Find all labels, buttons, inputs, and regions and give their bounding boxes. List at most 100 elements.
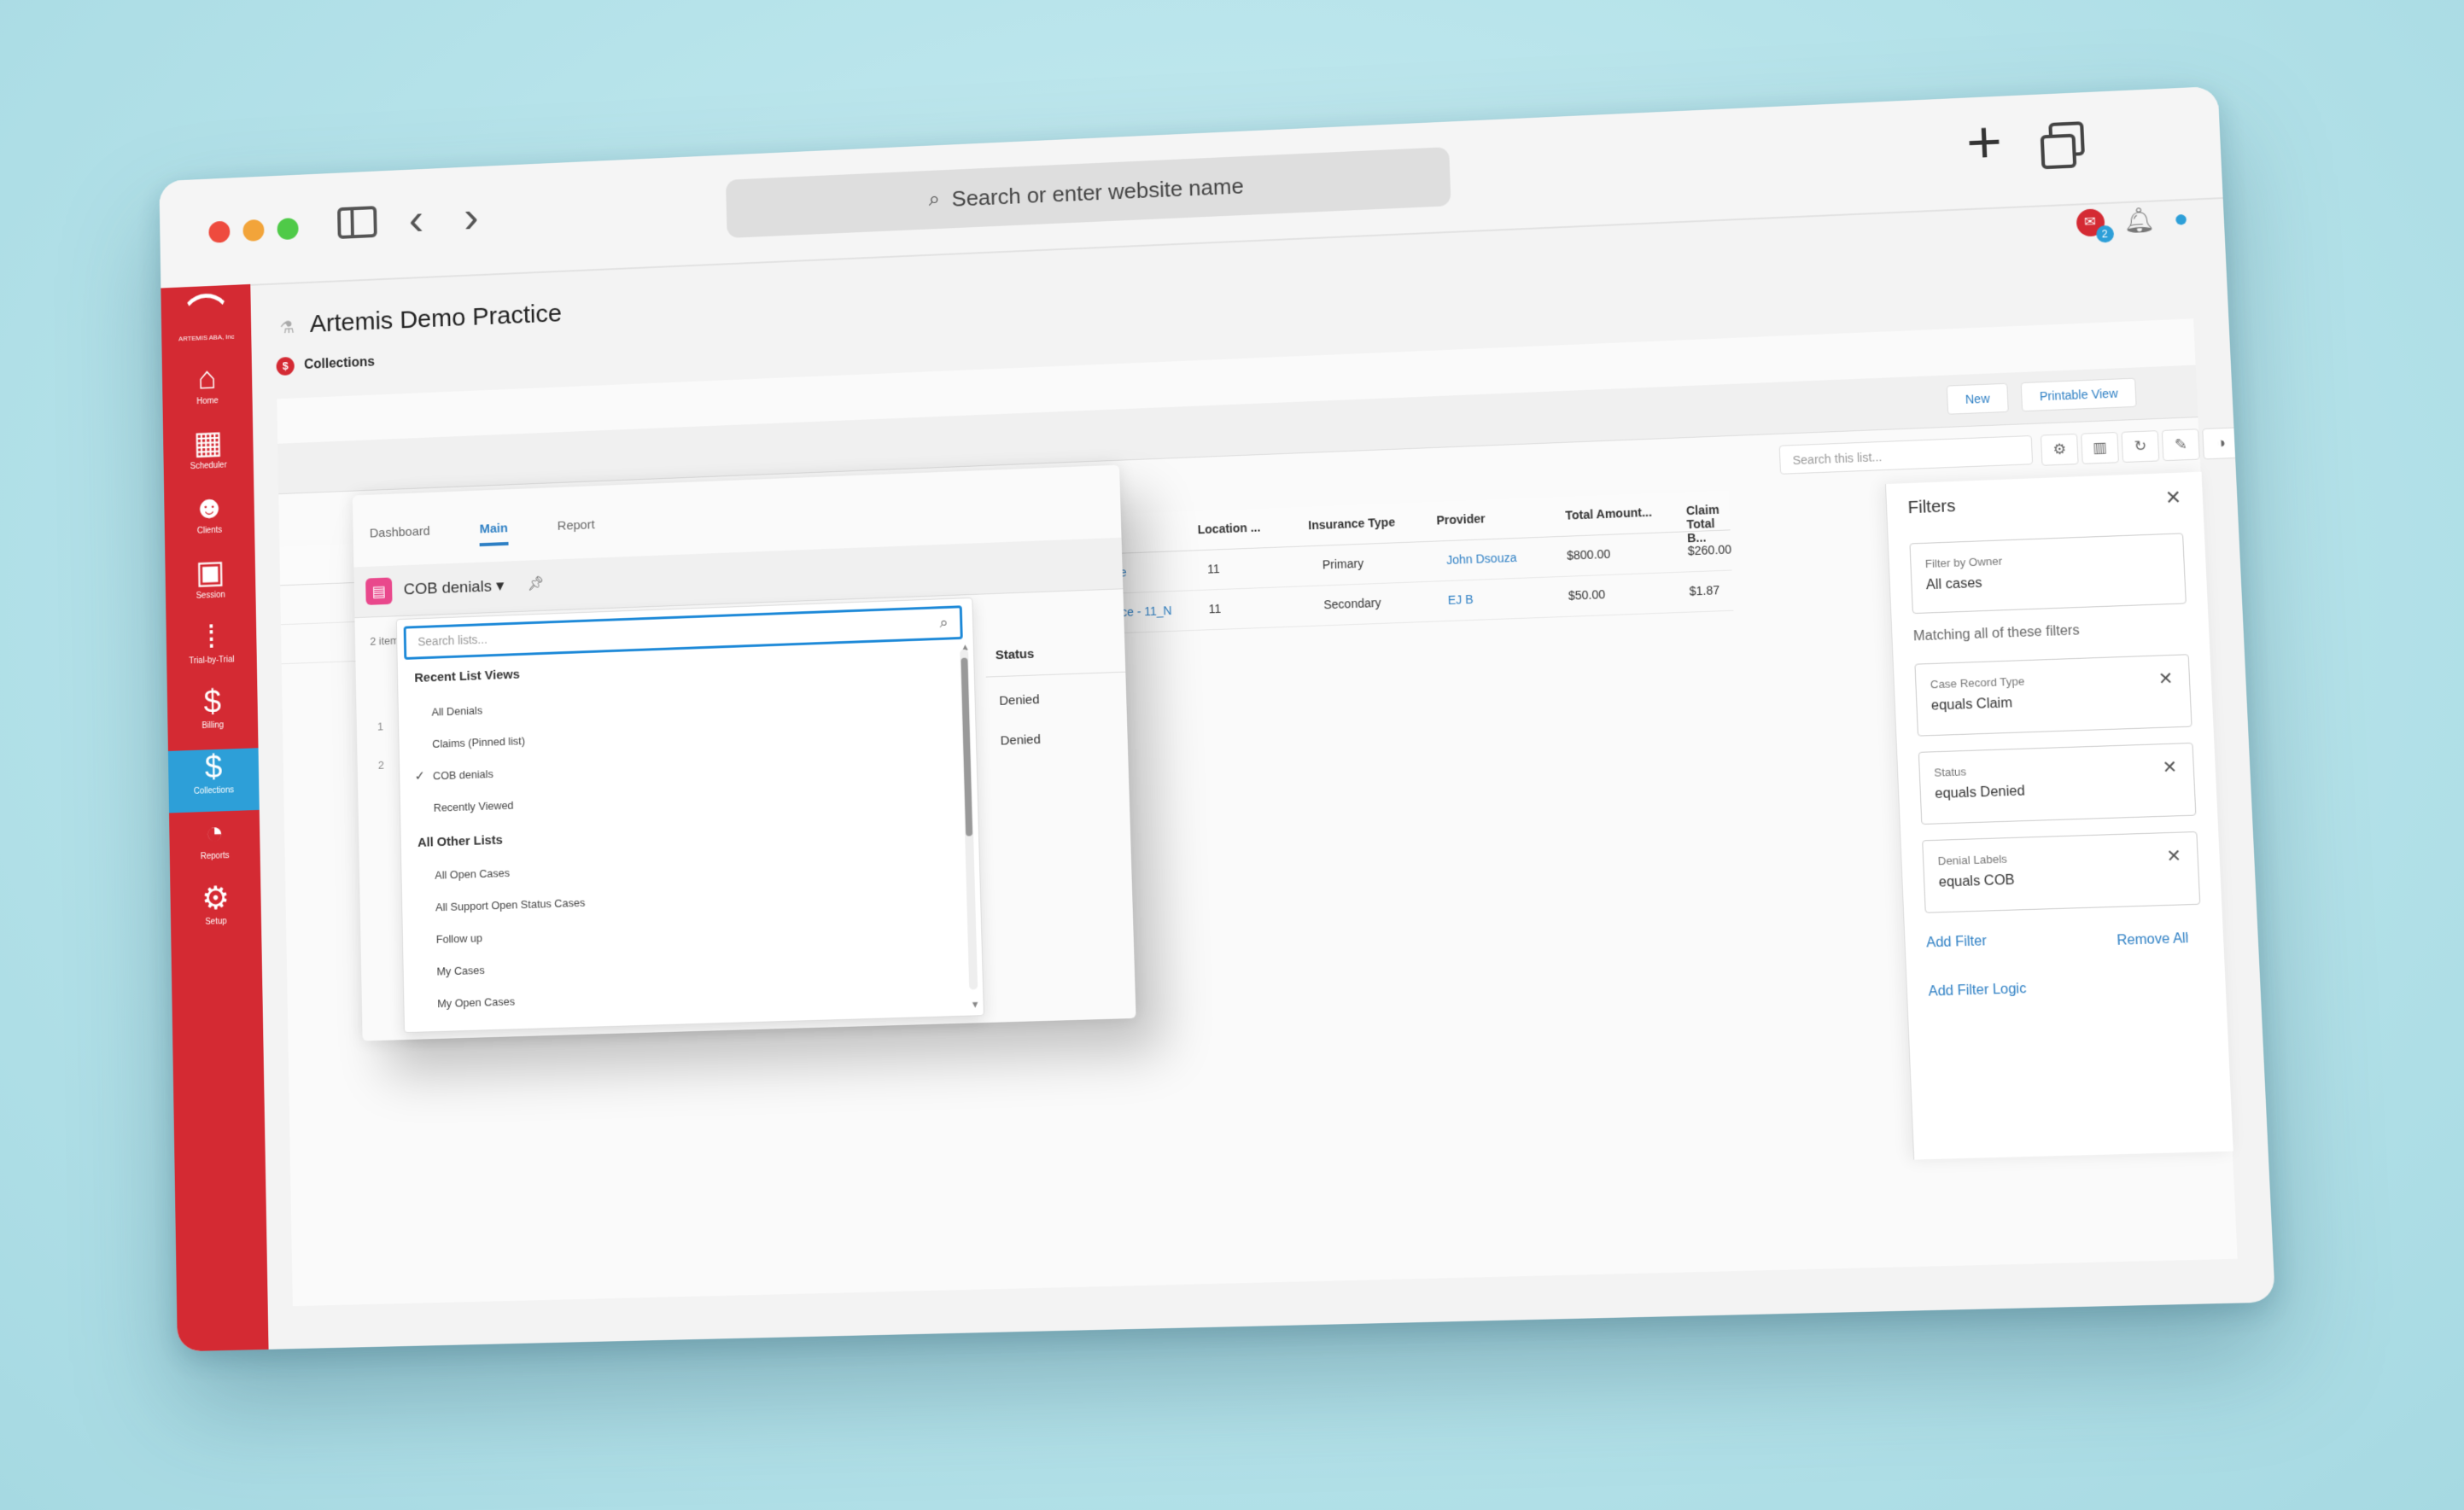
- chevron-down-icon: ▾: [495, 577, 505, 596]
- search-icon: ⌕: [939, 613, 949, 631]
- back-arrow-icon[interactable]: ‹: [408, 195, 423, 245]
- column-header[interactable]: Total Amount...: [1565, 505, 1652, 522]
- dropdown-scrollbar[interactable]: [960, 649, 978, 990]
- search-lists-placeholder: Search lists...: [417, 632, 488, 649]
- pin-icon[interactable]: 📌︎: [528, 575, 545, 592]
- maximize-window-button[interactable]: [277, 217, 299, 241]
- list-item[interactable]: My Open Cases: [437, 995, 515, 1011]
- add-filter-logic-link[interactable]: Add Filter Logic: [1928, 982, 2026, 1000]
- list-settings-gear-icon[interactable]: ⚙: [2040, 433, 2079, 466]
- sidebar-item-setup[interactable]: ⚙ Setup: [170, 879, 261, 944]
- close-window-button[interactable]: [208, 220, 231, 243]
- plus-icon[interactable]: +: [1965, 108, 2003, 177]
- remove-filter-icon[interactable]: ✕: [2162, 756, 2178, 778]
- list-view-selector[interactable]: COB denials ▾: [404, 576, 505, 599]
- sidebar-item-scheduler[interactable]: ▦ Scheduler: [163, 423, 254, 488]
- tabs-overview-icon[interactable]: [2048, 121, 2085, 157]
- sidebar-item-collections[interactable]: $ Collections: [167, 748, 260, 813]
- list-header-bar: New Printable View: [277, 364, 2198, 495]
- column-header[interactable]: Insurance Type: [1308, 515, 1395, 532]
- claim-total-cell: $260.00: [1687, 542, 1732, 558]
- row-number: 1: [377, 720, 384, 733]
- recent-list-views-header: Recent List Views: [414, 667, 520, 685]
- refresh-icon[interactable]: ↻: [2121, 430, 2160, 463]
- sidebar-item-label: Setup: [205, 917, 227, 927]
- insurance-type-cell: Secondary: [1323, 595, 1381, 612]
- filter-value: equals COB: [1938, 872, 2016, 890]
- gear-icon: ⚙: [201, 880, 231, 918]
- list-item[interactable]: All Support Open Status Cases: [435, 896, 586, 913]
- search-list-input[interactable]: Search this list...: [1778, 434, 2034, 475]
- forward-arrow-icon[interactable]: ›: [464, 192, 479, 242]
- owner-value: All cases: [1925, 575, 1982, 593]
- app-logo[interactable]: ⌒ ARTEMIS ABA, Inc: [178, 291, 236, 345]
- list-view-overlay: Dashboard Main Report ▤ COB denials ▾ 📌︎…: [352, 464, 1136, 1041]
- list-case-icon: ▤: [365, 577, 393, 605]
- column-header[interactable]: Provider: [1436, 511, 1486, 527]
- printable-view-button[interactable]: Printable View: [2020, 377, 2137, 412]
- new-button[interactable]: New: [1946, 382, 2009, 415]
- address-bar-placeholder: Search or enter website name: [951, 172, 1245, 212]
- sidebar-item-session[interactable]: ▣ Session: [165, 552, 256, 617]
- sidebar-item-billing[interactable]: $ Billing: [167, 683, 259, 748]
- minimize-window-button[interactable]: [242, 219, 265, 242]
- sidebar-item-label: Reports: [200, 851, 230, 862]
- chat-icon[interactable]: ✉ 2: [2075, 207, 2114, 243]
- list-item[interactable]: Follow up: [436, 931, 482, 946]
- filter-card-status[interactable]: Status equals Denied ✕: [1918, 742, 2197, 825]
- logo-arch-icon: ⌒: [186, 291, 225, 336]
- add-filter-link[interactable]: Add Filter: [1926, 934, 1987, 951]
- filter-icon[interactable]: ▼: [2242, 425, 2276, 458]
- list-item[interactable]: My Cases: [436, 964, 485, 978]
- sidebar-item-trial-by-trial[interactable]: ⁞ Trial-by-Trial: [166, 618, 258, 683]
- filter-card-record-type[interactable]: Case Record Type equals Claim ✕: [1914, 654, 2192, 737]
- list-item-selected[interactable]: COB denials: [433, 767, 493, 782]
- scroll-down-icon[interactable]: ▼: [971, 1000, 980, 1010]
- tab-dashboard[interactable]: Dashboard: [370, 517, 430, 551]
- remove-filter-icon[interactable]: ✕: [2166, 845, 2182, 867]
- status-cell: Denied: [999, 692, 1040, 708]
- remove-all-link[interactable]: Remove All: [2117, 931, 2189, 949]
- filter-label: Denial Labels: [1937, 852, 2008, 868]
- provider-link[interactable]: John Dsouza: [1446, 551, 1517, 567]
- sidebar-item-clients[interactable]: ☻ Clients: [164, 487, 254, 552]
- edit-pencil-icon[interactable]: ✎: [2161, 429, 2200, 462]
- list-views-dropdown: Search lists... ⌕ Recent List Views All …: [395, 597, 984, 1034]
- practice-name: Artemis Demo Practice: [309, 299, 563, 338]
- bell-icon[interactable]: 🔔︎: [2122, 206, 2155, 236]
- list-item[interactable]: Claims (Pinned list): [432, 734, 525, 750]
- sidebar-item-home[interactable]: ⌂ Home: [162, 359, 253, 423]
- row-number: 2: [377, 758, 384, 772]
- location-cell: 11: [1206, 562, 1220, 576]
- filter-by-owner[interactable]: Filter by Owner All cases: [1909, 533, 2187, 615]
- chart-icon[interactable]: ◑: [2202, 427, 2241, 460]
- remove-filter-icon[interactable]: ✕: [2157, 668, 2174, 690]
- list-item[interactable]: Recently Viewed: [434, 799, 514, 814]
- sidebar-item-reports[interactable]: ◔ Reports: [169, 813, 260, 878]
- provider-link[interactable]: EJ B: [1448, 592, 1474, 607]
- column-header-status[interactable]: Status: [984, 638, 1126, 678]
- location-cell: 11: [1208, 601, 1222, 616]
- app-sidebar: ⌒ ARTEMIS ABA, Inc ⌂ Home ▦ Scheduler ☻ …: [161, 283, 269, 1352]
- close-icon[interactable]: ✕: [2164, 487, 2181, 510]
- user-icon[interactable]: ●: [2173, 204, 2189, 232]
- column-header[interactable]: Location ...: [1197, 521, 1260, 537]
- list-item[interactable]: All Open Cases: [435, 866, 510, 882]
- tab-main[interactable]: Main: [479, 514, 509, 547]
- address-bar[interactable]: ⌕ Search or enter website name: [725, 147, 1451, 239]
- sidebar-toggle-icon[interactable]: [337, 206, 377, 239]
- home-heart-icon: ⌂: [197, 360, 217, 397]
- table-layout-icon[interactable]: ▥: [2081, 431, 2119, 464]
- tab-report[interactable]: Report: [558, 511, 596, 544]
- browser-window: ‹ › ⌕ Search or enter website name + ⌒ A…: [159, 85, 2276, 1352]
- browser-toolbar: ‹ › ⌕ Search or enter website name +: [159, 85, 2223, 290]
- filter-value: equals Claim: [1930, 696, 2013, 714]
- search-lists-input[interactable]: Search lists... ⌕: [403, 605, 963, 660]
- pie-chart-icon: ◔: [204, 815, 225, 852]
- matching-label: Matching all of these filters: [1912, 623, 2080, 644]
- page-title: ⚗ Artemis Demo Practice: [279, 300, 562, 340]
- list-item[interactable]: All Denials: [431, 704, 482, 719]
- status-header-label: Status: [995, 646, 1035, 663]
- total-amount-cell: $50.00: [1568, 587, 1606, 603]
- filter-card-denial-labels[interactable]: Denial Labels equals COB ✕: [1922, 831, 2201, 913]
